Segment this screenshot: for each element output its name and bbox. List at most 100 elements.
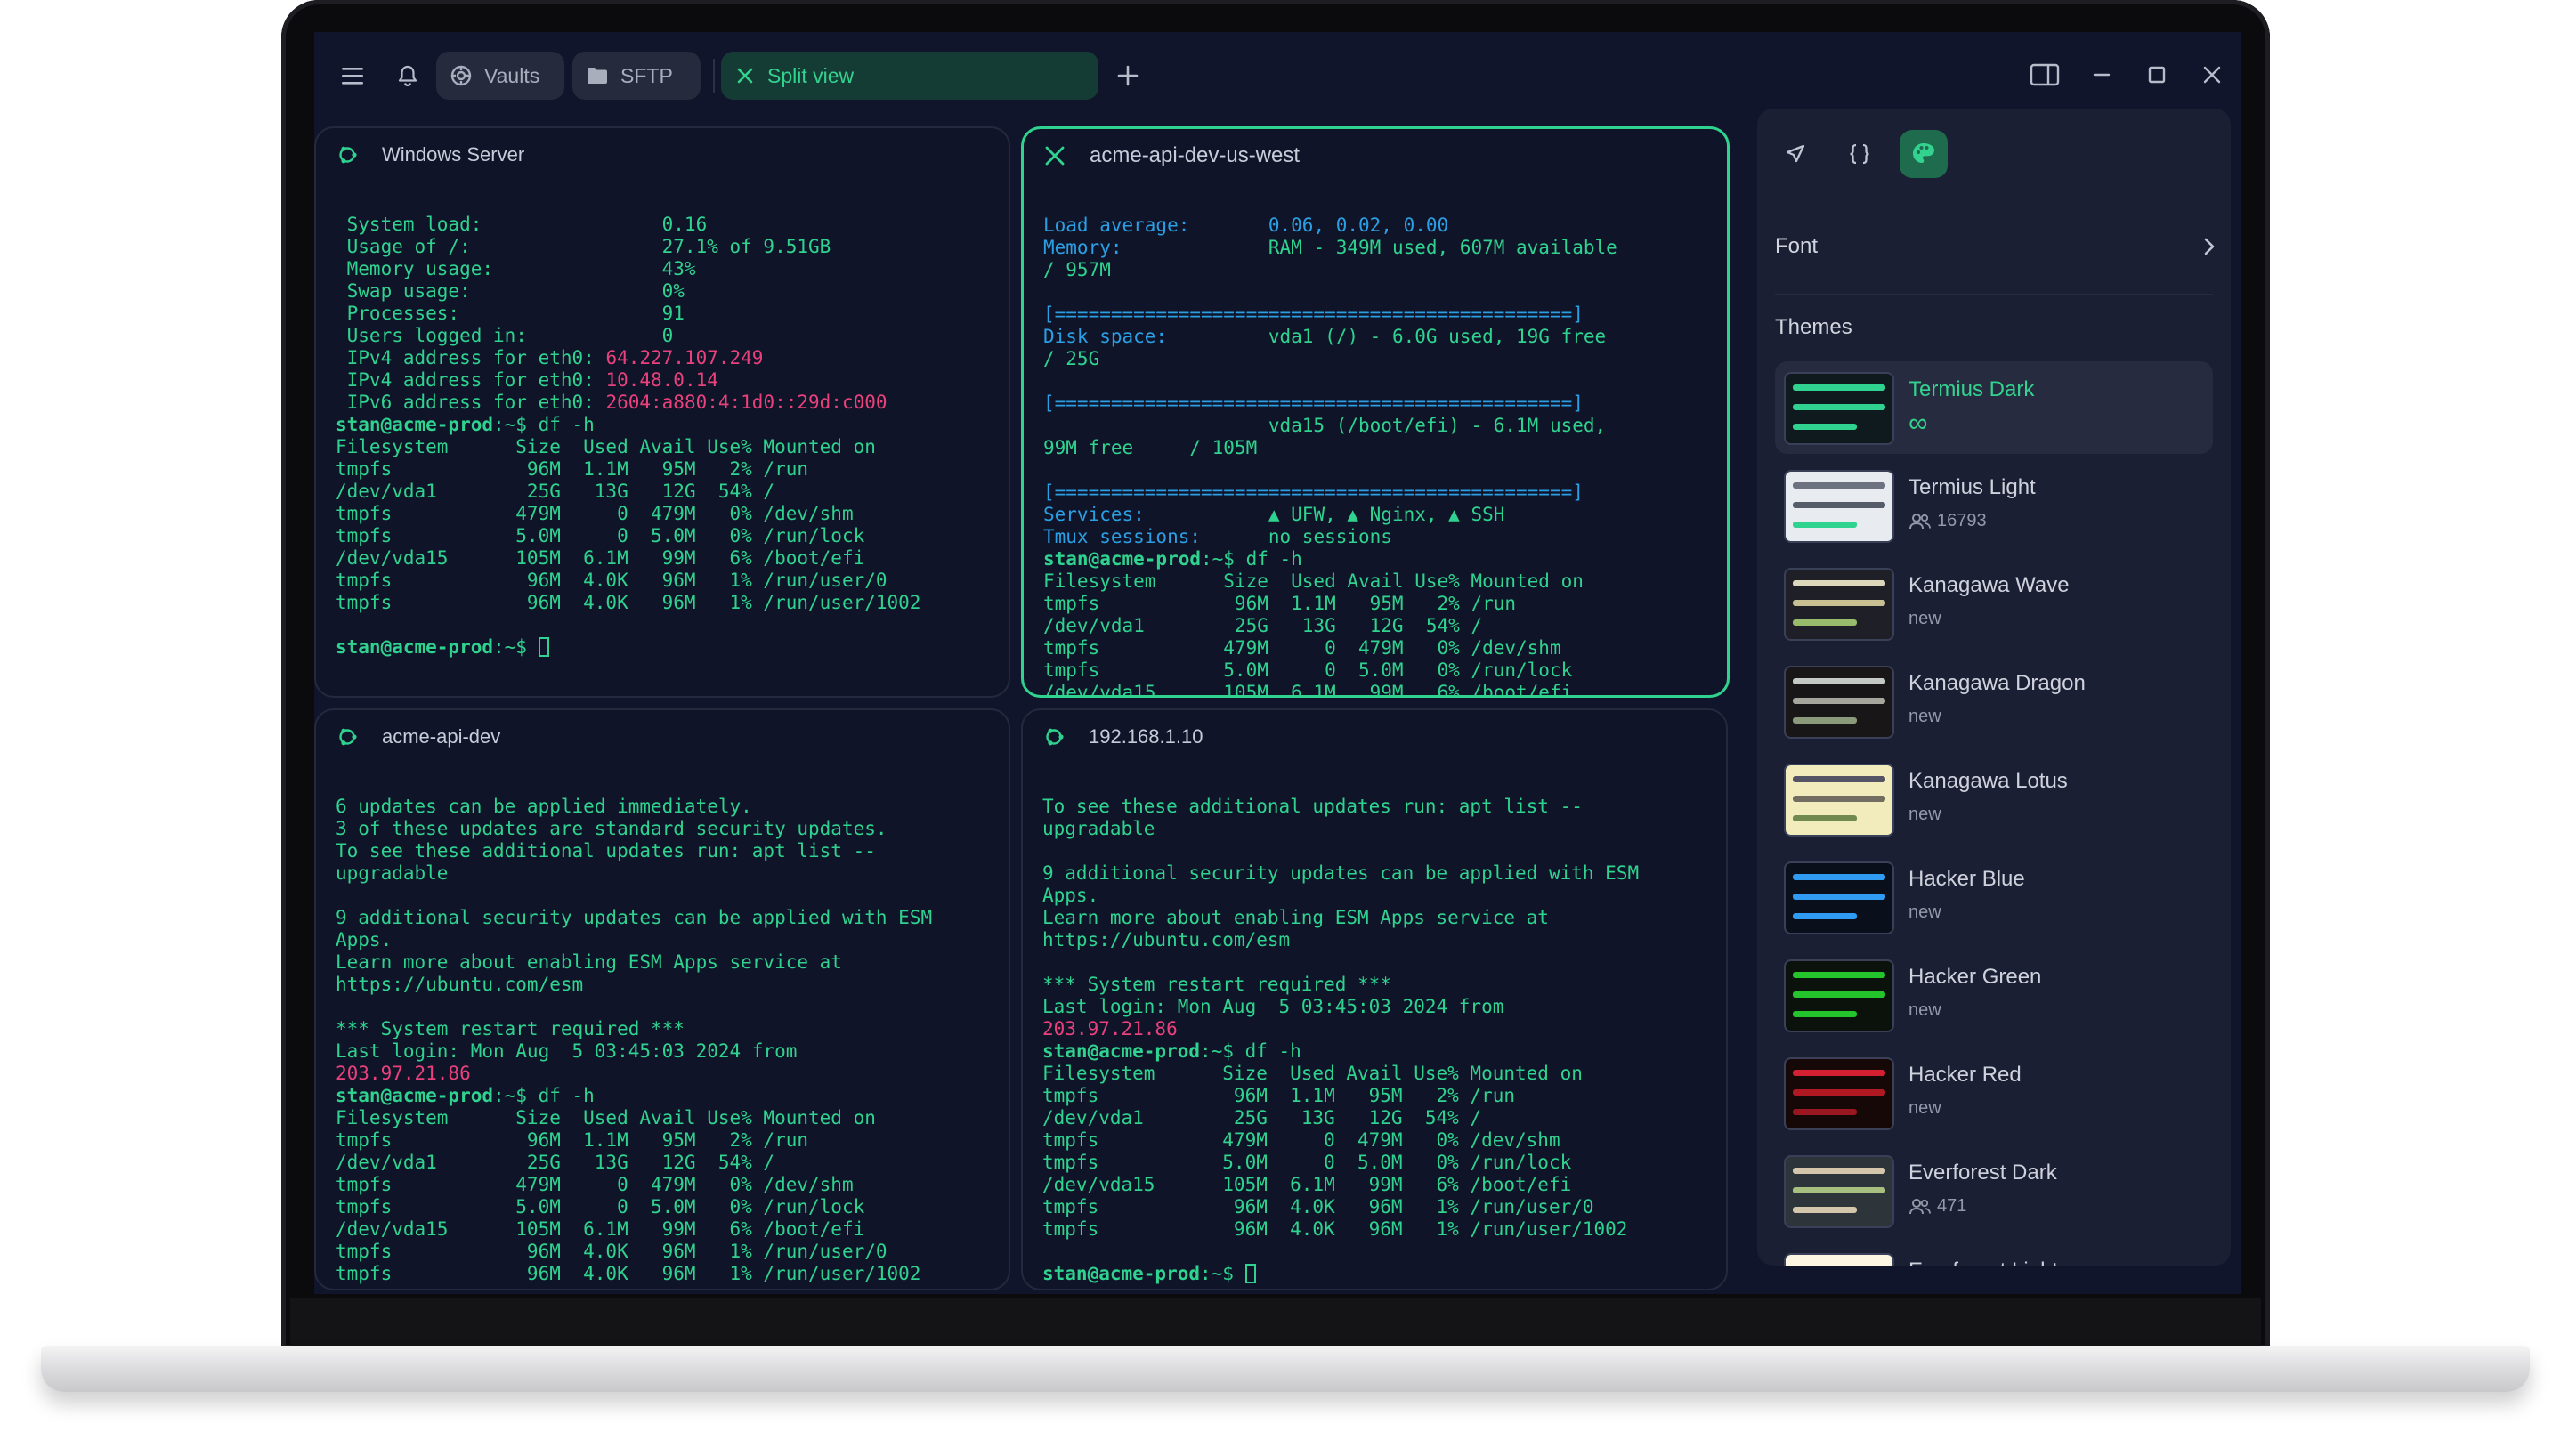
theme-item[interactable]: Kanagawa Wave new: [1775, 557, 2213, 650]
chevron-right-icon: [2202, 237, 2216, 256]
code-braces-icon[interactable]: [1836, 130, 1884, 178]
terminal-text: stan@acme-prod: [336, 636, 494, 658]
pane-title: acme-api-dev-us-west: [1090, 143, 1301, 167]
terminal-line: Filesystem Size Used Avail Use% Mounted …: [1043, 570, 1718, 593]
terminal-output[interactable]: Load average: 0.06, 0.02, 0.00 Memory: RA…: [1043, 214, 1718, 695]
tab-sftp[interactable]: SFTP: [572, 52, 701, 100]
theme-preview-swatch: [1784, 764, 1894, 837]
theme-item[interactable]: Hacker Red new: [1775, 1047, 2213, 1139]
theme-item[interactable]: Termius Dark ∞: [1775, 361, 2213, 454]
theme-item[interactable]: Kanagawa Lotus new: [1775, 753, 2213, 845]
terminal-pane-192-168-1-10[interactable]: 192.168.1.10 To see these additional upd…: [1021, 708, 1728, 1290]
swatch-bar: [1793, 384, 1885, 391]
terminal-line: tmpfs 96M 1.1M 95M 2% /run: [1042, 1085, 1717, 1107]
pane-title: Windows Server: [382, 143, 525, 166]
theme-item[interactable]: Kanagawa Dragon new: [1775, 655, 2213, 748]
theme-name: Everforest Light: [1909, 1258, 2058, 1266]
theme-name: Kanagawa Dragon: [1909, 671, 2086, 695]
theme-item[interactable]: Hacker Green new: [1775, 949, 2213, 1041]
tab-label: Vaults: [484, 63, 540, 87]
terminal-line: stan@acme-prod:~$ df -h: [1043, 548, 1718, 570]
theme-item[interactable]: Termius Light 16793: [1775, 459, 2213, 552]
terminal-text: IPv6 address for eth0:: [336, 392, 606, 413]
terminal-line: Learn more about enabling ESM Apps servi…: [1042, 907, 1717, 929]
terminal-line: 6 updates can be applied immediately.: [336, 796, 1000, 818]
terminal-pane-acme-api-dev-us-west[interactable]: acme-api-dev-us-west Load average: 0.06,…: [1021, 126, 1730, 698]
terminal-line: stan@acme-prod:~$: [1042, 1263, 1717, 1285]
close-icon[interactable]: [735, 66, 755, 85]
terminal-line: https://ubuntu.com/esm: [1042, 929, 1717, 951]
theme-item[interactable]: Hacker Blue new: [1775, 851, 2213, 943]
terminal-line: Processes: 91: [336, 303, 1000, 325]
swatch-bar: [1793, 991, 1885, 998]
terminal-text: [=======================================…: [1043, 481, 1584, 503]
terminal-text: 64.227.107.249: [605, 347, 764, 368]
font-setting-row[interactable]: Font: [1775, 222, 2220, 271]
bell-icon[interactable]: [391, 59, 425, 93]
pane-header: acme-api-dev: [316, 710, 1009, 764]
theme-subtitle: new: [1909, 707, 1941, 727]
swatch-bar: [1793, 815, 1857, 821]
terminal-text: ▲ UFW, ▲ Nginx, ▲ SSH: [1268, 504, 1505, 525]
terminal-line: IPv4 address for eth0: 10.48.0.14: [336, 369, 1000, 392]
theme-name: Termius Dark: [1909, 377, 2035, 401]
theme-preview-swatch: [1784, 568, 1894, 641]
terminal-line: 9 additional security updates can be app…: [1042, 862, 1717, 885]
terminal-line: Filesystem Size Used Avail Use% Mounted …: [336, 436, 1000, 458]
terminal-pane-acme-api-dev[interactable]: acme-api-dev 6 updates can be applied im…: [314, 708, 1010, 1290]
tab-vaults[interactable]: Vaults: [436, 52, 564, 100]
theme-name: Kanagawa Wave: [1909, 573, 2070, 597]
theme-subtitle: new: [1909, 902, 1941, 923]
tab-split-view[interactable]: Split view: [721, 52, 1098, 100]
terminal-text: tmpfs 96M 1.1M 95M 2% /run: [336, 458, 809, 480]
terminal-line: 9 additional security updates can be app…: [336, 907, 1000, 929]
terminal-text: /dev/vda1 25G 13G 12G 54% /: [1043, 615, 1483, 636]
terminal-text: [=======================================…: [1043, 392, 1584, 414]
theme-item[interactable]: Everforest Dark 471: [1775, 1145, 2213, 1237]
terminal-line: Users logged in: 0: [336, 325, 1000, 347]
pane-header: 192.168.1.10: [1023, 710, 1726, 764]
theme-name: Hacker Green: [1909, 965, 2042, 989]
theme-preview-swatch: [1784, 1057, 1894, 1130]
maximize-icon[interactable]: [2139, 57, 2175, 93]
laptop-chin: [290, 1298, 2261, 1346]
terminal-text: upgradable: [336, 862, 449, 884]
new-tab-plus-icon[interactable]: [1111, 59, 1145, 93]
hamburger-menu-icon[interactable]: [336, 59, 369, 93]
swatch-bar: [1793, 404, 1885, 410]
close-pane-icon[interactable]: [1043, 144, 1066, 167]
divider: [1775, 294, 2213, 295]
swatch-bar: [1793, 678, 1885, 684]
minimize-icon[interactable]: [2084, 57, 2119, 93]
swatch-bar: [1793, 913, 1857, 919]
terminal-line: *** System restart required ***: [1042, 974, 1717, 996]
terminal-line: IPv6 address for eth0: 2604:a880:4:1d0::…: [336, 392, 1000, 414]
terminal-output[interactable]: System load: 0.16 Usage of /: 27.1% of 9…: [336, 214, 1000, 659]
terminal-text: vda15 (/boot/efi) - 6.1M used,: [1043, 415, 1607, 436]
close-window-icon[interactable]: [2194, 57, 2230, 93]
terminal-line: [=======================================…: [1043, 392, 1718, 415]
toggle-sidebar-icon[interactable]: [2027, 57, 2062, 93]
terminal-pane-windows-server[interactable]: Windows Server System load: 0.16 Usage o…: [314, 126, 1010, 698]
terminal-line: tmpfs 96M 1.1M 95M 2% /run: [1043, 593, 1718, 615]
terminal-line: Services: ▲ UFW, ▲ Nginx, ▲ SSH: [1043, 504, 1718, 526]
tab-label: Split view: [767, 63, 855, 87]
terminal-output[interactable]: To see these additional updates run: apt…: [1042, 796, 1717, 1285]
palette-icon[interactable]: [1900, 130, 1948, 178]
app-window: Vaults SFTP Split view Windows Server Sy…: [314, 32, 2241, 1294]
terminal-line: Tmux sessions: no sessions: [1043, 526, 1718, 548]
terminal-output[interactable]: 6 updates can be applied immediately. 3 o…: [336, 796, 1000, 1285]
theme-item[interactable]: Everforest Light: [1775, 1242, 2213, 1266]
terminal-text: Filesystem Size Used Avail Use% Mounted …: [1042, 1063, 1583, 1084]
terminal-line: tmpfs 96M 4.0K 96M 1% /run/user/1002: [336, 1263, 1000, 1285]
swatch-bar: [1793, 1109, 1857, 1115]
terminal-text: /dev/vda1 25G 13G 12G 54% /: [1042, 1107, 1482, 1128]
users-icon: [1909, 513, 1932, 530]
rocket-icon[interactable]: [1771, 130, 1819, 178]
terminal-text: *** System restart required ***: [336, 1018, 685, 1039]
terminal-line: tmpfs 479M 0 479M 0% /dev/shm: [1043, 637, 1718, 659]
terminal-line: tmpfs 96M 4.0K 96M 1% /run/user/0: [336, 1241, 1000, 1263]
